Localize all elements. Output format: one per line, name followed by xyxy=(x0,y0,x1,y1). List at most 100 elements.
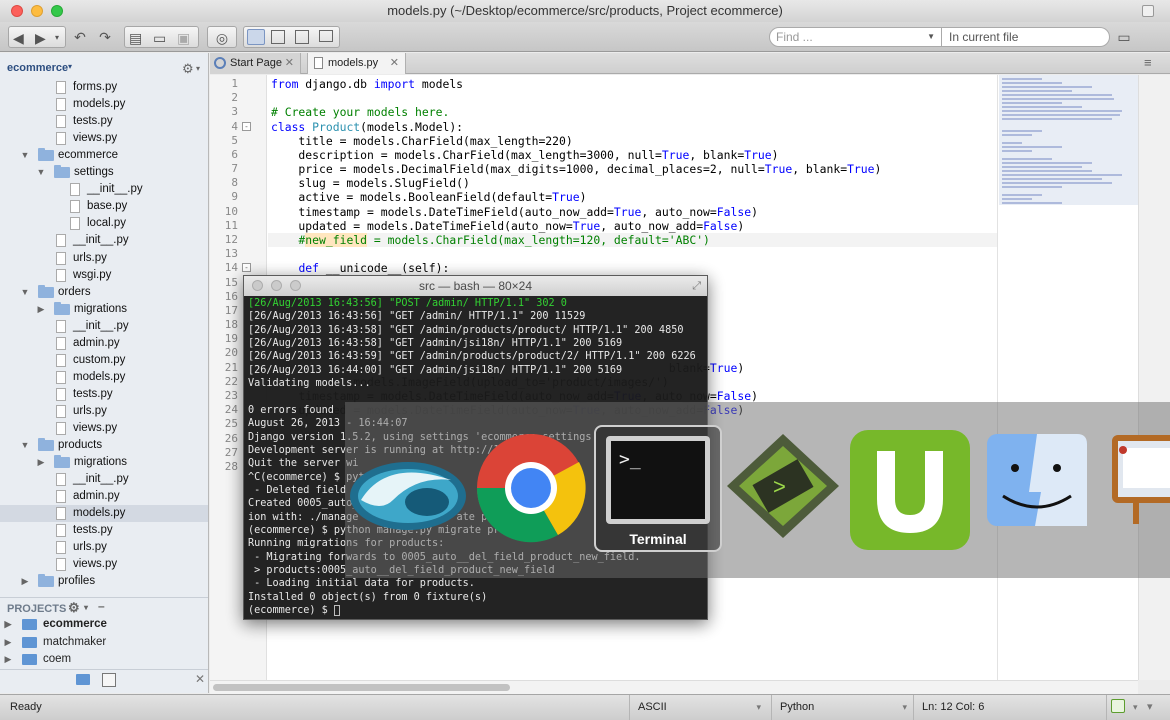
close-window-button[interactable] xyxy=(11,5,23,17)
upwork-icon[interactable] xyxy=(849,429,971,551)
save-icon[interactable]: ▣ xyxy=(177,27,190,49)
new-file-icon[interactable]: ▤ xyxy=(129,27,142,49)
zoom-window-button[interactable] xyxy=(51,5,63,17)
disclosure-closed-icon[interactable]: ▶ xyxy=(36,301,46,318)
check-dropdown-icon[interactable]: ▾ xyxy=(1133,695,1138,719)
terminal-minimize-button[interactable] xyxy=(271,280,282,291)
tree-file[interactable]: views.py xyxy=(0,130,208,147)
projects-gear-icon[interactable]: ⚙ xyxy=(68,600,80,616)
code-line[interactable]: def __unicode__(self): xyxy=(271,261,449,275)
notifications-icon[interactable]: ▾ xyxy=(1147,695,1153,719)
tree-folder[interactable]: ▶ migrations xyxy=(0,454,208,471)
project-item[interactable]: ▶ matchmaker xyxy=(0,634,208,651)
tab-start-page[interactable]: Start Page ✕ xyxy=(210,53,301,74)
tree-file[interactable]: wsgi.py xyxy=(0,267,208,284)
camtasia-icon[interactable]: > xyxy=(725,432,841,540)
tree-file[interactable]: __init__.py xyxy=(0,181,208,198)
horizontal-scrollbar[interactable] xyxy=(210,680,1138,694)
tree-folder[interactable]: ▼ ecommerce xyxy=(0,147,208,164)
code-line[interactable]: active = models.BooleanField(default=Tru… xyxy=(271,190,586,204)
forward-icon[interactable]: ▶ xyxy=(35,27,46,49)
minimize-window-button[interactable] xyxy=(31,5,43,17)
tab-list-icon[interactable]: ≡ xyxy=(1144,56,1158,69)
tree-file[interactable]: urls.py xyxy=(0,539,208,556)
redo-icon[interactable]: ↷ xyxy=(95,26,115,48)
code-line[interactable]: slug = models.SlugField() xyxy=(271,176,469,190)
terminal-app-selected[interactable]: >_ Terminal xyxy=(594,425,722,552)
tree-file[interactable]: tests.py xyxy=(0,522,208,539)
tree-file[interactable]: views.py xyxy=(0,420,208,437)
chrome-icon[interactable] xyxy=(475,432,587,544)
code-line[interactable]: timestamp = models.DateTimeField(auto_no… xyxy=(271,205,758,219)
tree-file[interactable]: admin.py xyxy=(0,488,208,505)
disclosure-closed-icon[interactable]: ▶ xyxy=(3,651,13,668)
places-root-dropdown-icon[interactable]: ▾ xyxy=(68,62,72,71)
tree-file[interactable]: __init__.py xyxy=(0,232,208,249)
tree-file[interactable]: tests.py xyxy=(0,386,208,403)
tree-file[interactable]: models.py xyxy=(0,96,208,113)
disclosure-open-icon[interactable]: ▼ xyxy=(20,284,30,301)
back-icon[interactable]: ◀ xyxy=(13,27,24,49)
keynote-icon[interactable] xyxy=(1109,428,1170,524)
tree-folder[interactable]: ▼ orders xyxy=(0,284,208,301)
encoding-selector[interactable]: ASCII ▾ xyxy=(629,695,767,720)
tree-file[interactable]: __init__.py xyxy=(0,318,208,335)
tree-file[interactable]: views.py xyxy=(0,556,208,573)
gear-icon[interactable]: ⚙ xyxy=(182,61,194,77)
history-dropdown-icon[interactable]: ▾ xyxy=(55,27,59,49)
disclosure-closed-icon[interactable]: ▶ xyxy=(3,634,13,651)
tree-folder[interactable]: ▶ profiles xyxy=(0,573,208,590)
code-line[interactable]: from django.db import models xyxy=(271,77,463,91)
places-root-label[interactable]: ecommerce xyxy=(7,62,68,74)
tree-file[interactable]: local.py xyxy=(0,215,208,232)
language-selector[interactable]: Python ▾ xyxy=(771,695,913,720)
undo-icon[interactable]: ↶ xyxy=(70,26,90,48)
komodo-icon[interactable] xyxy=(347,450,469,536)
minimap[interactable] xyxy=(999,75,1138,205)
find-dropdown-icon[interactable]: ▼ xyxy=(927,28,935,46)
disclosure-open-icon[interactable]: ▼ xyxy=(20,147,30,164)
fold-marker-icon[interactable]: - xyxy=(242,263,251,273)
terminal-fullscreen-icon[interactable]: ⤢ xyxy=(692,276,701,296)
code-line[interactable]: updated = models.DateTimeField(auto_now=… xyxy=(271,219,744,233)
terminal-close-button[interactable] xyxy=(252,280,263,291)
tree-file[interactable]: admin.py xyxy=(0,335,208,352)
project-item[interactable]: ▶ coem xyxy=(0,651,208,668)
vertical-scrollbar[interactable] xyxy=(1138,75,1170,680)
disclosure-closed-icon[interactable]: ▶ xyxy=(36,454,46,471)
tree-file[interactable]: __init__.py xyxy=(0,471,208,488)
bottom-pane-toggle-icon[interactable] xyxy=(271,30,285,44)
code-line[interactable]: # Create your models here. xyxy=(271,105,449,119)
close-sidebar-icon[interactable]: ✕ xyxy=(195,672,205,686)
code-line[interactable]: class Product(models.Model): xyxy=(271,120,463,134)
code-line[interactable]: #new_field = models.CharField(max_length… xyxy=(271,232,710,247)
terminal-zoom-button[interactable] xyxy=(290,280,301,291)
disclosure-open-icon[interactable]: ▼ xyxy=(20,437,30,454)
disclosure-closed-icon[interactable]: ▶ xyxy=(20,573,30,590)
projects-collapse-icon[interactable]: – xyxy=(98,599,105,613)
find-input[interactable]: Find ... ▼ xyxy=(769,27,942,47)
fullscreen-editor-icon[interactable] xyxy=(319,30,333,42)
tree-file[interactable]: models.py xyxy=(0,505,208,523)
browser-preview-icon[interactable]: ◎ xyxy=(207,26,237,48)
check-icon[interactable] xyxy=(1111,699,1125,713)
code-line[interactable]: title = models.CharField(max_length=220) xyxy=(271,134,572,148)
tab-start-page-close-icon[interactable]: ✕ xyxy=(285,53,294,74)
fullscreen-icon[interactable] xyxy=(1142,5,1154,17)
tree-folder[interactable]: ▶ migrations xyxy=(0,301,208,318)
tree-folder[interactable]: ▼ settings xyxy=(0,164,208,181)
tab-models-py-close-icon[interactable]: ✕ xyxy=(390,53,399,74)
cursor-position[interactable]: Ln: 12 Col: 6 xyxy=(913,695,1103,720)
tree-file[interactable]: urls.py xyxy=(0,403,208,420)
disclosure-open-icon[interactable]: ▼ xyxy=(36,164,46,181)
gear-dropdown-icon[interactable]: ▾ xyxy=(196,64,200,73)
tree-file[interactable]: forms.py xyxy=(0,79,208,96)
horizontal-scroll-thumb[interactable] xyxy=(213,684,510,691)
tree-file[interactable]: tests.py xyxy=(0,113,208,130)
code-line[interactable]: price = models.DecimalField(max_digits=1… xyxy=(271,162,881,176)
fold-marker-icon[interactable]: - xyxy=(242,121,251,131)
tree-file[interactable]: models.py xyxy=(0,369,208,386)
left-pane-toggle-icon[interactable] xyxy=(247,29,265,45)
tab-models-py[interactable]: models.py ✕ xyxy=(307,53,406,74)
sidebar-toggle-icon[interactable]: ▭ xyxy=(1114,26,1134,48)
